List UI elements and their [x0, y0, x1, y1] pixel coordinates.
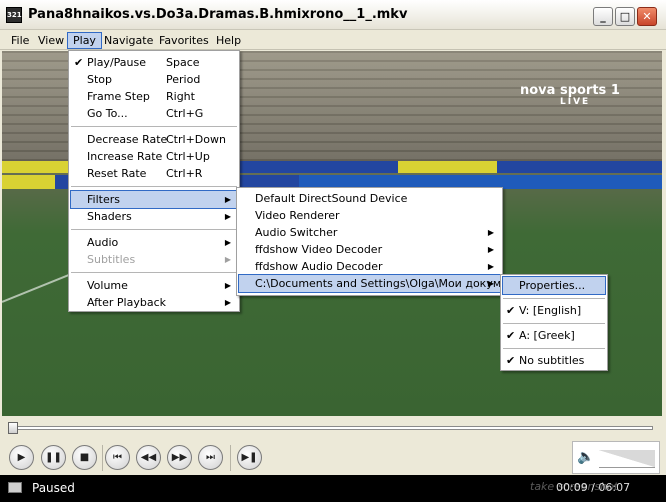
rewind-icon: ◀◀: [140, 452, 157, 463]
pause-button[interactable]: ❚❚: [41, 445, 66, 470]
volume-slider[interactable]: [599, 450, 655, 468]
stop-button[interactable]: ■: [72, 445, 97, 470]
menu-item-volume[interactable]: Volume ▶: [71, 277, 237, 294]
channel-name: nova sports 1: [520, 83, 620, 98]
live-label: LIVE: [560, 97, 591, 107]
filter-item-ffdshow-video[interactable]: ffdshow Video Decoder ▶: [239, 241, 500, 258]
menu-item-decrease-rate[interactable]: Decrease Rate Ctrl+Down: [71, 131, 237, 148]
menu-item-go-to[interactable]: Go To... Ctrl+G: [71, 105, 237, 122]
menu-separator: [503, 323, 605, 324]
control-separator: [102, 445, 103, 471]
volume-control[interactable]: 🔈: [572, 441, 660, 474]
menu-separator: [503, 298, 605, 299]
checkmark-icon: ✔: [506, 354, 516, 367]
menu-separator: [71, 229, 237, 230]
close-button[interactable]: ✕: [637, 7, 657, 26]
frame-step-icon: ▶❚: [241, 452, 258, 463]
menu-play[interactable]: Play: [67, 32, 102, 49]
submenu-arrow-icon: ▶: [487, 279, 494, 288]
control-separator: [230, 445, 231, 471]
speaker-icon[interactable]: 🔈: [577, 449, 594, 465]
watermark: take screenshot: [530, 480, 619, 493]
seek-bar-area: [0, 417, 666, 439]
filters-submenu: Default DirectSound Device Video Rendere…: [236, 187, 512, 296]
menu-item-filters[interactable]: Filters ▶: [70, 190, 238, 209]
maximize-button[interactable]: □: [615, 7, 635, 26]
skip-forward-icon: ⏭: [206, 452, 215, 463]
stop-icon: ■: [79, 452, 90, 463]
menu-item-after-playback[interactable]: After Playback ▶: [71, 294, 237, 311]
fast-forward-icon: ▶▶: [171, 452, 188, 463]
menu-bar: File View Play Navigate Favorites Help: [0, 30, 666, 50]
menu-favorites[interactable]: Favorites: [154, 32, 214, 49]
menu-separator: [503, 348, 605, 349]
menu-view[interactable]: View: [33, 32, 69, 49]
submenu-arrow-icon: ▶: [224, 281, 231, 290]
menu-item-audio[interactable]: Audio ▶: [71, 234, 237, 251]
submenu-arrow-icon: ▶: [487, 262, 494, 271]
menu-item-play-pause[interactable]: ✔ Play/Pause Space: [71, 54, 237, 71]
seek-thumb[interactable]: [8, 422, 18, 434]
menu-item-properties[interactable]: Properties...: [502, 276, 606, 295]
rewind-button[interactable]: ◀◀: [136, 445, 161, 470]
checkmark-icon: ✔: [506, 304, 516, 317]
menu-item-reset-rate[interactable]: Reset Rate Ctrl+R: [71, 165, 237, 182]
fast-forward-button[interactable]: ▶▶: [167, 445, 192, 470]
filter-item-source-file[interactable]: C:\Documents and Settings\Olga\Мои докум…: [238, 274, 512, 293]
window-title: Pana8hnaikos.vs.Do3a.Dramas.B.hmixrono__…: [28, 7, 408, 22]
menu-separator: [71, 272, 237, 273]
menu-item-shaders[interactable]: Shaders ▶: [71, 208, 237, 225]
playback-controls: ▶ ❚❚ ■ ⏮ ◀◀ ▶▶ ⏭ ▶❚ 🔈: [0, 439, 666, 475]
submenu-arrow-icon: ▶: [224, 212, 231, 221]
play-menu: ✔ Play/Pause Space Stop Period Frame Ste…: [68, 50, 240, 312]
channel-logo: nova sports 1 LIVE: [520, 83, 620, 107]
submenu-arrow-icon: ▶: [487, 245, 494, 254]
skip-back-icon: ⏮: [113, 452, 122, 463]
source-file-submenu: Properties... ✔ V: [English] ✔ A: [Greek…: [500, 274, 608, 371]
menu-item-video-track[interactable]: ✔ V: [English]: [503, 302, 605, 319]
submenu-arrow-icon: ▶: [224, 238, 231, 247]
checkmark-icon: ✔: [506, 329, 516, 342]
app-icon: 321: [6, 7, 22, 23]
play-icon: ▶: [17, 452, 26, 463]
menu-item-frame-step[interactable]: Frame Step Right: [71, 88, 237, 105]
submenu-arrow-icon: ▶: [224, 298, 231, 307]
menu-file[interactable]: File: [6, 32, 34, 49]
menu-separator: [71, 126, 237, 127]
menu-navigate[interactable]: Navigate: [99, 32, 158, 49]
menu-item-no-subtitles[interactable]: ✔ No subtitles: [503, 352, 605, 369]
seek-track[interactable]: [8, 426, 653, 430]
filter-item-ffdshow-audio[interactable]: ffdshow Audio Decoder ▶: [239, 258, 500, 275]
pause-icon: ❚❚: [45, 452, 62, 463]
skip-forward-button[interactable]: ⏭: [198, 445, 223, 470]
title-bar[interactable]: 321 Pana8hnaikos.vs.Do3a.Dramas.B.hmixro…: [0, 0, 666, 30]
menu-item-stop[interactable]: Stop Period: [71, 71, 237, 88]
status-text: Paused: [32, 481, 75, 495]
status-icon: [8, 482, 22, 493]
filter-item-directsound[interactable]: Default DirectSound Device: [239, 190, 500, 207]
menu-separator: [71, 186, 237, 187]
checkmark-icon: ✔: [74, 56, 84, 69]
submenu-arrow-icon: ▶: [487, 228, 494, 237]
minimize-button[interactable]: _: [593, 7, 613, 26]
submenu-arrow-icon: ▶: [224, 195, 231, 204]
menu-item-increase-rate[interactable]: Increase Rate Ctrl+Up: [71, 148, 237, 165]
skip-back-button[interactable]: ⏮: [105, 445, 130, 470]
menu-help[interactable]: Help: [211, 32, 246, 49]
menu-item-subtitles: Subtitles ▶: [87, 253, 231, 266]
filter-item-video-renderer[interactable]: Video Renderer: [239, 207, 500, 224]
play-button[interactable]: ▶: [9, 445, 34, 470]
menu-item-audio-track[interactable]: ✔ A: [Greek]: [503, 327, 605, 344]
filter-item-audio-switcher[interactable]: Audio Switcher ▶: [239, 224, 500, 241]
submenu-arrow-icon: ▶: [224, 255, 231, 264]
frame-step-button[interactable]: ▶❚: [237, 445, 262, 470]
